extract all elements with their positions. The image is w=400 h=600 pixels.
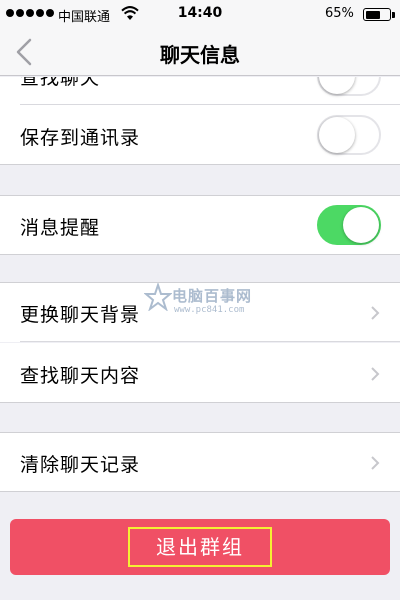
disclosure-chevron-icon: [371, 306, 380, 320]
clear-history-label: 清除聊天记录: [20, 454, 141, 476]
battery-fill: [365, 10, 380, 19]
battery-tip: [392, 12, 395, 18]
partial-search-chat-row[interactable]: 查找聊天: [0, 77, 400, 105]
disclosure-chevron-icon: [371, 367, 380, 381]
message-alert-toggle[interactable]: [317, 205, 381, 245]
watermark-url: www.pc841.com: [174, 305, 245, 315]
clear-history-row[interactable]: 清除聊天记录: [0, 432, 400, 492]
save-to-contacts-row: 保存到通讯录: [0, 105, 400, 165]
change-background-label: 更换聊天背景: [20, 304, 141, 326]
search-content-label: 查找聊天内容: [20, 365, 141, 387]
star-logo-icon: [144, 283, 172, 311]
save-to-contacts-label: 保存到通讯录: [20, 127, 141, 149]
partial-row-label: 查找聊天: [20, 77, 101, 89]
navigation-bar: 聊天信息: [0, 28, 400, 76]
battery-percent: 65%: [325, 6, 354, 21]
exit-group-label: 退出群组: [128, 527, 272, 567]
battery-icon: [363, 8, 391, 21]
message-alert-row: 消息提醒: [0, 195, 400, 255]
site-watermark: 电脑百事网 www.pc841.com: [144, 283, 274, 323]
save-to-contacts-toggle[interactable]: [317, 115, 381, 155]
exit-group-button[interactable]: 退出群组: [10, 519, 390, 575]
message-alert-label: 消息提醒: [20, 217, 101, 239]
disclosure-chevron-icon: [371, 456, 380, 470]
page-title: 聊天信息: [160, 43, 240, 67]
status-bar: 中国联通 14:40 65%: [0, 0, 400, 28]
watermark-name: 电脑百事网: [172, 287, 253, 305]
search-content-row[interactable]: 查找聊天内容: [0, 343, 400, 403]
partial-row-toggle[interactable]: [317, 77, 381, 96]
settings-list: 查找聊天 保存到通讯录 消息提醒 更换聊天背景 查找聊天内容 清除聊天记录 电脑…: [0, 77, 400, 600]
